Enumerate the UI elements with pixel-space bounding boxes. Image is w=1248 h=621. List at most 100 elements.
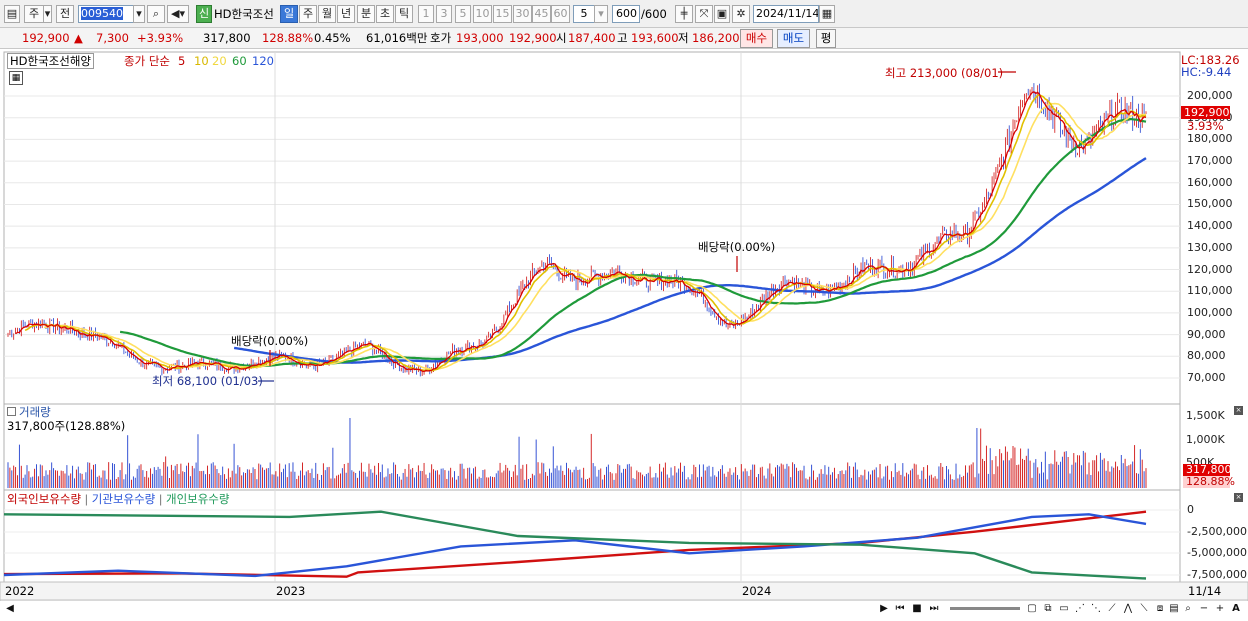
volume-title-text: 거래량 [19, 405, 51, 419]
ma20-legend: 20 [212, 54, 227, 68]
interval-15[interactable]: 15 [493, 5, 512, 23]
count-total: /600 [641, 7, 667, 21]
zoom-in-icon[interactable]: + [1214, 602, 1226, 616]
up-arrow-icon: ▲ [74, 31, 83, 45]
scroll-left-icon[interactable]: ◀ [4, 602, 16, 616]
crosshair-icon[interactable]: ⤧ [695, 5, 713, 23]
tab-tick[interactable]: 틱 [395, 5, 413, 23]
save-icon[interactable]: ▣ [714, 5, 730, 23]
tool-6-icon[interactable]: ⟋ [1106, 602, 1118, 616]
volume-panel-close-icon[interactable]: × [1234, 406, 1243, 415]
tab-month[interactable]: 월 [318, 5, 336, 23]
interval-45[interactable]: 45 [532, 5, 551, 23]
volume-scale-1000k: 1,000K [1186, 433, 1225, 446]
holder-panel-close-icon[interactable]: × [1234, 493, 1243, 502]
individual-legend: 개인보유수량 [165, 492, 230, 506]
stop-icon[interactable]: ■ [911, 602, 923, 616]
interval-dropdown-icon[interactable]: ▾ [594, 5, 608, 23]
current-price-marker: 192,900 [1181, 106, 1230, 119]
candle-icon[interactable]: ╪ [675, 5, 693, 23]
interval-5[interactable]: 5 [455, 5, 471, 23]
tab-minute[interactable]: 분 [357, 5, 375, 23]
xaxis-end-date: 11/14 [1188, 584, 1222, 598]
tool-7-icon[interactable]: ⋀ [1122, 602, 1134, 616]
price-change: 7,300 [96, 31, 129, 45]
open-price: 187,400 [568, 31, 616, 45]
price-scale-label: 170,000 [1187, 154, 1233, 168]
holder-scale-2.5m: -2,500,000 [1187, 525, 1247, 538]
price-scale-label: 90,000 [1187, 327, 1226, 341]
prev-button[interactable]: 전 [56, 5, 74, 23]
date-input[interactable]: 2024/11/14 [753, 5, 819, 23]
calendar-icon[interactable]: ▦ [819, 5, 835, 23]
ma60-legend: 60 [232, 54, 247, 68]
last-icon[interactable]: ⏭ [928, 602, 940, 616]
tool-8-icon[interactable]: ⟍ [1138, 602, 1150, 616]
price-scale-label: 120,000 [1187, 262, 1233, 276]
volume-panel-toggle-icon[interactable] [7, 407, 16, 416]
scroll-right-icon[interactable]: ▶ [878, 602, 890, 616]
interval-3[interactable]: 3 [436, 5, 452, 23]
stock-code-input[interactable]: 009540 [78, 5, 134, 23]
quote-bar: 192,900 ▲ 7,300 +3.93% 317,800 128.88% 0… [0, 28, 1248, 49]
ma10-legend: 10 [194, 54, 209, 68]
buy-button[interactable]: 매수 [740, 29, 773, 48]
dividend-annotation-1: 배당락(0.00%) [231, 334, 309, 348]
count-value: 600 [616, 7, 637, 20]
period-dropdown-icon[interactable]: ▾ [44, 5, 52, 23]
low-price: 186,200 [692, 31, 740, 45]
grid-table-icon[interactable]: ▦ [9, 71, 23, 85]
tool-4-icon[interactable]: ⋰ [1074, 602, 1086, 616]
xaxis-bar [0, 581, 1248, 601]
interval-30[interactable]: 30 [513, 5, 532, 23]
zoom-icon[interactable]: ⌕ [1182, 602, 1194, 616]
tool-10-icon[interactable]: ▤ [1168, 602, 1180, 616]
interval-10[interactable]: 10 [473, 5, 492, 23]
open-label: 시 [556, 31, 567, 45]
gear-icon[interactable]: ✲ [732, 5, 750, 23]
flat-button[interactable]: 평 [816, 29, 836, 48]
price-panel-legend-ma: 종가 단순 [124, 54, 170, 68]
first-icon[interactable]: ⏮ [894, 602, 906, 616]
code-dropdown-icon[interactable]: ▾ [133, 5, 145, 23]
turnover: 0.45% [314, 31, 351, 45]
tab-week[interactable]: 주 [299, 5, 317, 23]
new-badge[interactable]: 신 [196, 5, 212, 23]
current-price: 192,900 [22, 31, 70, 45]
high-price: 193,600 [631, 31, 679, 45]
count-input[interactable]: 600 [612, 5, 640, 23]
custom-interval-select[interactable]: 5 [573, 5, 595, 23]
stock-code-value: 009540 [81, 7, 123, 20]
ask-price: 193,000 [456, 31, 504, 45]
ma5-legend: 5 [178, 54, 186, 68]
toolbar: ▤ 주 ▾ 전 009540 ▾ ⌕ ◀▾ 신 HD한국조선 일 주 월 년 분… [0, 0, 1248, 28]
tool-5-icon[interactable]: ⋱ [1090, 602, 1102, 616]
custom-interval-value: 5 [580, 7, 588, 20]
price-scale-label: 130,000 [1187, 240, 1233, 254]
speaker-icon[interactable]: ◀▾ [167, 5, 189, 23]
chart-canvas[interactable] [0, 50, 1248, 601]
zoom-out-icon[interactable]: − [1198, 602, 1210, 616]
price-panel-legend-name: HD한국조선해양 [7, 53, 94, 69]
holder-scale-7.5m: -7,500,000 [1187, 568, 1247, 581]
period-select[interactable]: 주 [24, 5, 44, 23]
bid-price: 192,900 [509, 31, 557, 45]
xaxis-2024: 2024 [742, 584, 772, 598]
interval-60[interactable]: 60 [551, 5, 570, 23]
chart-menu-icon[interactable]: ▤ [4, 5, 20, 23]
sell-button[interactable]: 매도 [777, 29, 810, 48]
tab-second[interactable]: 초 [376, 5, 394, 23]
tab-day[interactable]: 일 [280, 5, 298, 23]
tool-3-icon[interactable]: ▭ [1058, 602, 1070, 616]
tool-1-icon[interactable]: ▢ [1026, 602, 1038, 616]
volume-pct: 128.88% [262, 31, 314, 45]
auto-scale-icon[interactable]: A [1230, 602, 1242, 616]
tool-2-icon[interactable]: ⧉ [1042, 602, 1054, 616]
tool-9-icon[interactable]: ⧈ [1154, 602, 1166, 616]
search-icon[interactable]: ⌕ [147, 5, 165, 23]
zoom-slider[interactable] [950, 607, 1020, 610]
tab-year[interactable]: 년 [337, 5, 355, 23]
price-change-pct: +3.93% [137, 31, 184, 45]
low-annotation: 최저 68,100 (01/03) [152, 374, 263, 388]
interval-1[interactable]: 1 [418, 5, 434, 23]
